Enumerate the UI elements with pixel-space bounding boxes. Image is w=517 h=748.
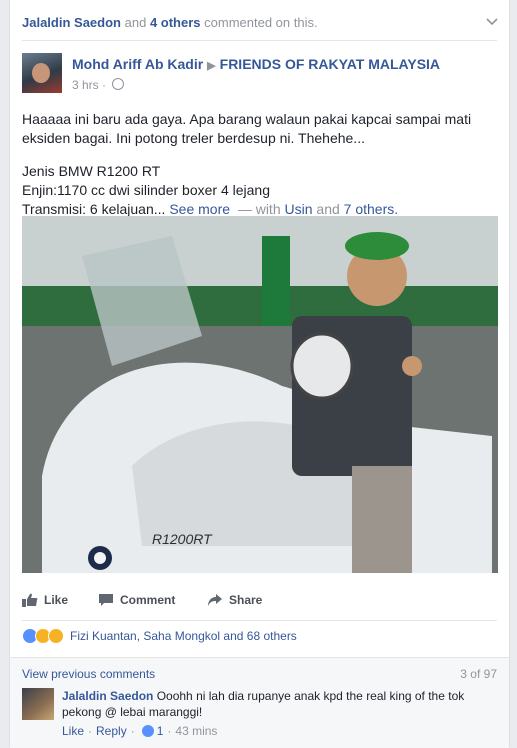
view-previous-comments[interactable]: View previous comments [22, 667, 155, 681]
post-photo[interactable]: R1200RT [22, 216, 498, 573]
comment-icon [99, 594, 113, 606]
wow-reaction-icon [48, 628, 64, 644]
tag-usin[interactable]: Usin [285, 201, 313, 217]
globe-icon [112, 78, 125, 90]
divider [22, 620, 497, 621]
post-card: Jalaldin Saedon and 4 others commented o… [9, 0, 510, 748]
motorcycle-photo: R1200RT [22, 216, 498, 573]
comment-count: 3 of 97 [460, 667, 497, 681]
svg-text:R1200RT: R1200RT [152, 531, 213, 547]
comment-reply-link[interactable]: Reply [96, 724, 127, 738]
like-button[interactable]: Like [22, 593, 68, 607]
arrow-right-icon: ▶ [207, 60, 216, 72]
post-time[interactable]: 3 hrs [72, 78, 99, 92]
tag-others[interactable]: 7 others. [344, 201, 398, 217]
comment-body: Jalaldin Saedon Ooohh ni lah dia rupanye… [62, 688, 492, 720]
author-avatar[interactable] [22, 53, 62, 93]
share-icon [208, 594, 222, 606]
author-name[interactable]: Mohd Ariff Ab Kadir [72, 56, 203, 72]
chevron-down-icon[interactable] [485, 14, 499, 28]
group-name[interactable]: FRIENDS OF RAKYAT MALAYSIA [220, 56, 440, 72]
thumbs-up-icon [22, 593, 38, 607]
notification-bar: Jalaldin Saedon and 4 others commented o… [22, 15, 318, 30]
notif-others[interactable]: 4 others [150, 15, 201, 30]
action-bar: Like Comment Share [22, 587, 498, 615]
post-header: Mohd Ariff Ab Kadir ▶ FRIENDS OF RAKYAT MA… [72, 56, 440, 72]
comment-time[interactable]: 43 mins [175, 724, 217, 738]
comment-like-link[interactable]: Like [62, 724, 84, 738]
comment-button[interactable]: Comment [98, 593, 175, 607]
comment-like-count[interactable]: 1 [157, 724, 164, 738]
post-meta: 3 hrs · [72, 78, 125, 92]
commenter-name[interactable]: Jalaldin Saedon [62, 689, 153, 703]
post-text: Haaaaa ini baru ada gaya. Apa barang wal… [22, 111, 472, 217]
reaction-summary[interactable]: Fizi Kuantan, Saha Mongkol and 68 others [22, 628, 297, 644]
commenter-avatar[interactable] [22, 688, 54, 720]
share-button[interactable]: Share [207, 593, 262, 607]
notif-actor[interactable]: Jalaldin Saedon [22, 15, 121, 30]
comment-footer: Like · Reply · 1 · 43 mins [62, 724, 218, 738]
like-badge-icon [141, 725, 154, 737]
see-more-link[interactable]: See more [169, 201, 230, 217]
divider [22, 40, 497, 41]
